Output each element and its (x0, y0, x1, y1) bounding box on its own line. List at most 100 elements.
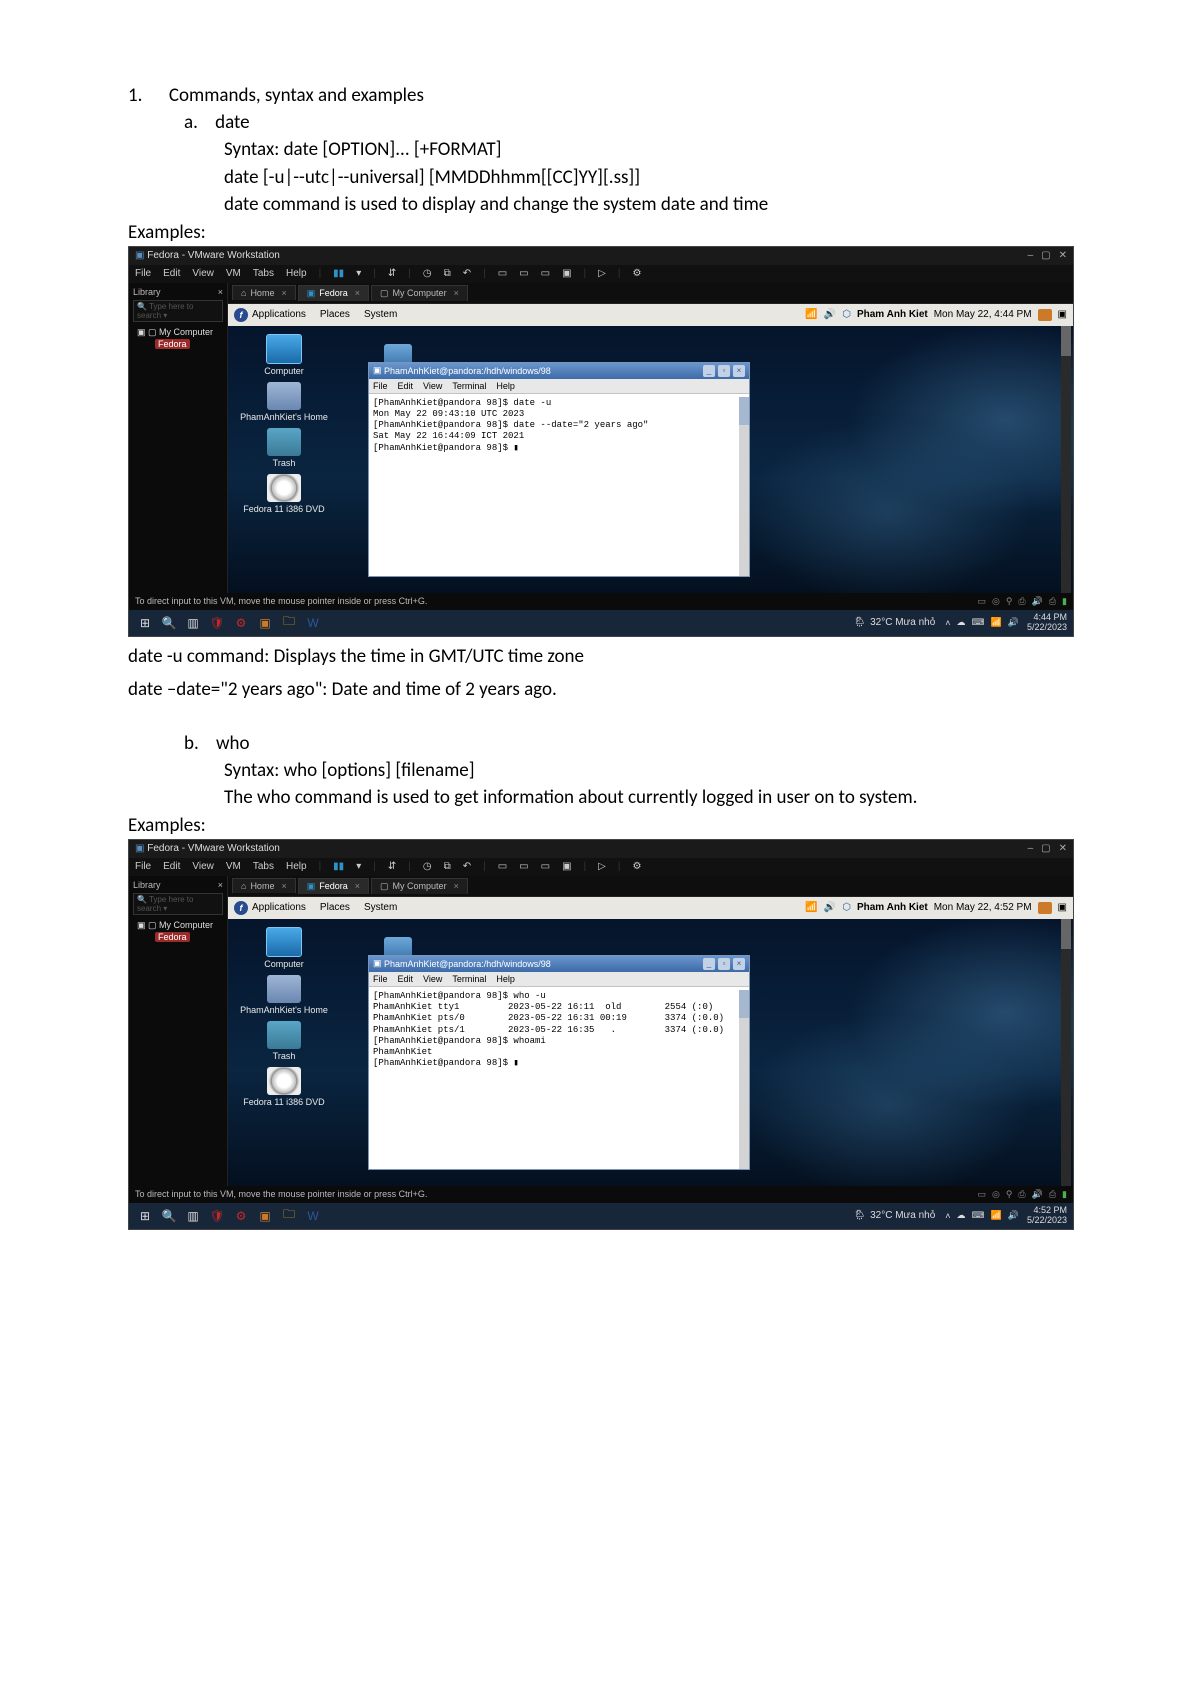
tab-home[interactable]: ⌂Home× (232, 285, 296, 300)
library-search[interactable]: 🔍Type here to search ▾ (133, 300, 223, 322)
tray-volume-icon[interactable]: 🔊 (1008, 1210, 1019, 1221)
menu-help[interactable]: Help (286, 268, 307, 279)
network-icon[interactable]: 📶 (805, 309, 817, 320)
term-menu-terminal[interactable]: Terminal (452, 974, 486, 984)
fullscreen-icon[interactable]: ▭ (498, 268, 507, 279)
tray-volume-icon[interactable]: 🔊 (1008, 617, 1019, 628)
taskbar-app-2[interactable]: ⚙ (231, 1206, 251, 1226)
menu-file[interactable]: File (135, 861, 151, 872)
taskbar-word-icon[interactable]: W (303, 613, 323, 633)
fedora-logo-icon[interactable]: f (234, 901, 248, 915)
guest-scrollbar[interactable] (1061, 326, 1071, 593)
tray-onedrive-icon[interactable]: ☁ (957, 1210, 966, 1221)
taskbar-clock[interactable]: 4:44 PM 5/22/2023 (1027, 613, 1067, 632)
status-hdd-icon[interactable]: ▭ (977, 1189, 986, 1200)
terminal-output[interactable]: [PhamAnhKiet@pandora 98]$ date -u Mon Ma… (369, 394, 749, 576)
terminal-scrollbar[interactable] (739, 990, 749, 1169)
gnome-clock[interactable]: Mon May 22, 4:44 PM (934, 309, 1032, 320)
taskbar-explorer-icon[interactable]: 🗀 (279, 613, 299, 633)
start-button[interactable]: ⊞ (135, 1206, 155, 1226)
menu-tabs[interactable]: Tabs (253, 861, 274, 872)
gnome-user[interactable]: Pham Anh Kiet (857, 902, 928, 913)
fullscreen-icon[interactable]: ▭ (498, 861, 507, 872)
desktop-trash-icon[interactable]: Trash (240, 1021, 328, 1061)
terminal-titlebar[interactable]: ▣ PhamAnhKiet@pandora:/hdh/windows/98 _ … (369, 363, 749, 379)
term-menu-file[interactable]: File (373, 381, 388, 391)
menu-vm[interactable]: VM (226, 268, 241, 279)
menu-help[interactable]: Help (286, 861, 307, 872)
menu-edit[interactable]: Edit (163, 268, 180, 279)
term-minimize[interactable]: _ (703, 365, 715, 377)
gnome-menu-system[interactable]: System (364, 309, 397, 320)
gnome-menu-places[interactable]: Places (320, 902, 350, 913)
status-usb-icon[interactable]: ⎙ (1018, 1189, 1025, 1200)
guest-scrollbar[interactable] (1061, 919, 1071, 1186)
status-sound-icon[interactable]: 🔊 (1032, 596, 1043, 607)
status-printer-icon[interactable]: ⎙ (1049, 1189, 1056, 1200)
settings-icon[interactable]: ⚙ (632, 268, 641, 279)
close-button[interactable]: ✕ (1059, 250, 1067, 261)
status-cd-icon[interactable]: ◎ (992, 596, 1000, 607)
term-maximize[interactable]: ▫ (718, 365, 730, 377)
gnome-menu-places[interactable]: Places (320, 309, 350, 320)
user-switch-icon[interactable] (1038, 309, 1052, 321)
start-button[interactable]: ⊞ (135, 613, 155, 633)
tray-onedrive-icon[interactable]: ☁ (957, 617, 966, 628)
desktop-trash-icon[interactable]: Trash (240, 428, 328, 468)
update-icon[interactable]: ⬡ (842, 902, 851, 913)
term-close[interactable]: × (733, 958, 745, 970)
usb-icon[interactable]: ⇵ (388, 268, 396, 279)
tab-fedora-close[interactable]: × (355, 288, 360, 298)
term-maximize[interactable]: ▫ (718, 958, 730, 970)
term-minimize[interactable]: _ (703, 958, 715, 970)
term-menu-view[interactable]: View (423, 381, 442, 391)
status-sound-icon[interactable]: 🔊 (1032, 1189, 1043, 1200)
status-printer-icon[interactable]: ⎙ (1049, 596, 1056, 607)
term-menu-terminal[interactable]: Terminal (452, 381, 486, 391)
update-icon[interactable]: ⬡ (842, 309, 851, 320)
desktop-home-icon[interactable]: PhamAnhKiet's Home (240, 975, 328, 1015)
menu-view[interactable]: View (192, 268, 214, 279)
tab-mycomputer[interactable]: ▢My Computer× (371, 285, 468, 301)
tray-chevron-icon[interactable]: ˄ (945, 618, 950, 628)
status-net-icon[interactable]: ⚲ (1006, 596, 1013, 607)
gnome-terminal-window-2[interactable]: ▣ PhamAnhKiet@pandora:/hdh/windows/98 _ … (368, 955, 750, 1170)
library-close-icon[interactable]: × (218, 880, 223, 890)
term-menu-file[interactable]: File (373, 974, 388, 984)
gnome-menu-applications[interactable]: Applications (252, 309, 306, 320)
snapshot-mgr-icon[interactable]: ⧉ (444, 861, 451, 872)
close-button[interactable]: ✕ (1059, 843, 1067, 854)
menu-edit[interactable]: Edit (163, 861, 180, 872)
status-net-icon[interactable]: ⚲ (1006, 1189, 1013, 1200)
win-search-icon[interactable]: 🔍 (159, 1206, 179, 1226)
task-view-icon[interactable]: ▥ (183, 1206, 203, 1226)
menu-vm[interactable]: VM (226, 861, 241, 872)
lib-my-computer[interactable]: ▣ ▢ My Computer (133, 326, 223, 339)
terminal-output-2[interactable]: [PhamAnhKiet@pandora 98]$ who -u PhamAnh… (369, 987, 749, 1169)
volume-icon[interactable]: 🔊 (824, 902, 836, 913)
term-menu-edit[interactable]: Edit (398, 974, 414, 984)
revert-icon[interactable]: ↶ (463, 861, 471, 872)
unity-icon[interactable]: ▭ (519, 268, 528, 279)
tray-wifi-icon[interactable]: 📶 (991, 1210, 1002, 1221)
library-close-icon[interactable]: × (218, 287, 223, 297)
maximize-button[interactable]: ▢ (1041, 250, 1050, 261)
tray-icons[interactable]: ˄ ☁ ⌨ 📶 🔊 (945, 1210, 1019, 1221)
desktop-dvd-icon[interactable]: Fedora 11 i386 DVD (240, 1067, 328, 1107)
usb-icon[interactable]: ⇵ (388, 861, 396, 872)
pause-icon[interactable]: ▮▮ (333, 268, 344, 279)
stretch-icon[interactable]: ▣ (562, 268, 571, 279)
taskbar-weather[interactable]: 🌦32°C Mưa nhỏ (853, 617, 935, 628)
console-icon[interactable]: ▷ (598, 861, 606, 872)
menu-file[interactable]: File (135, 268, 151, 279)
tab-fedora-close[interactable]: × (355, 881, 360, 891)
term-menu-help[interactable]: Help (496, 974, 515, 984)
menu-view[interactable]: View (192, 861, 214, 872)
console-icon[interactable]: ▷ (598, 268, 606, 279)
taskbar-app-2[interactable]: ⚙ (231, 613, 251, 633)
status-usb-icon[interactable]: ⎙ (1018, 596, 1025, 607)
term-menu-view[interactable]: View (423, 974, 442, 984)
library-search[interactable]: 🔍Type here to search ▾ (133, 893, 223, 915)
snapshot-icon[interactable]: ◷ (423, 861, 432, 872)
multimon-icon[interactable]: ▭ (541, 268, 550, 279)
